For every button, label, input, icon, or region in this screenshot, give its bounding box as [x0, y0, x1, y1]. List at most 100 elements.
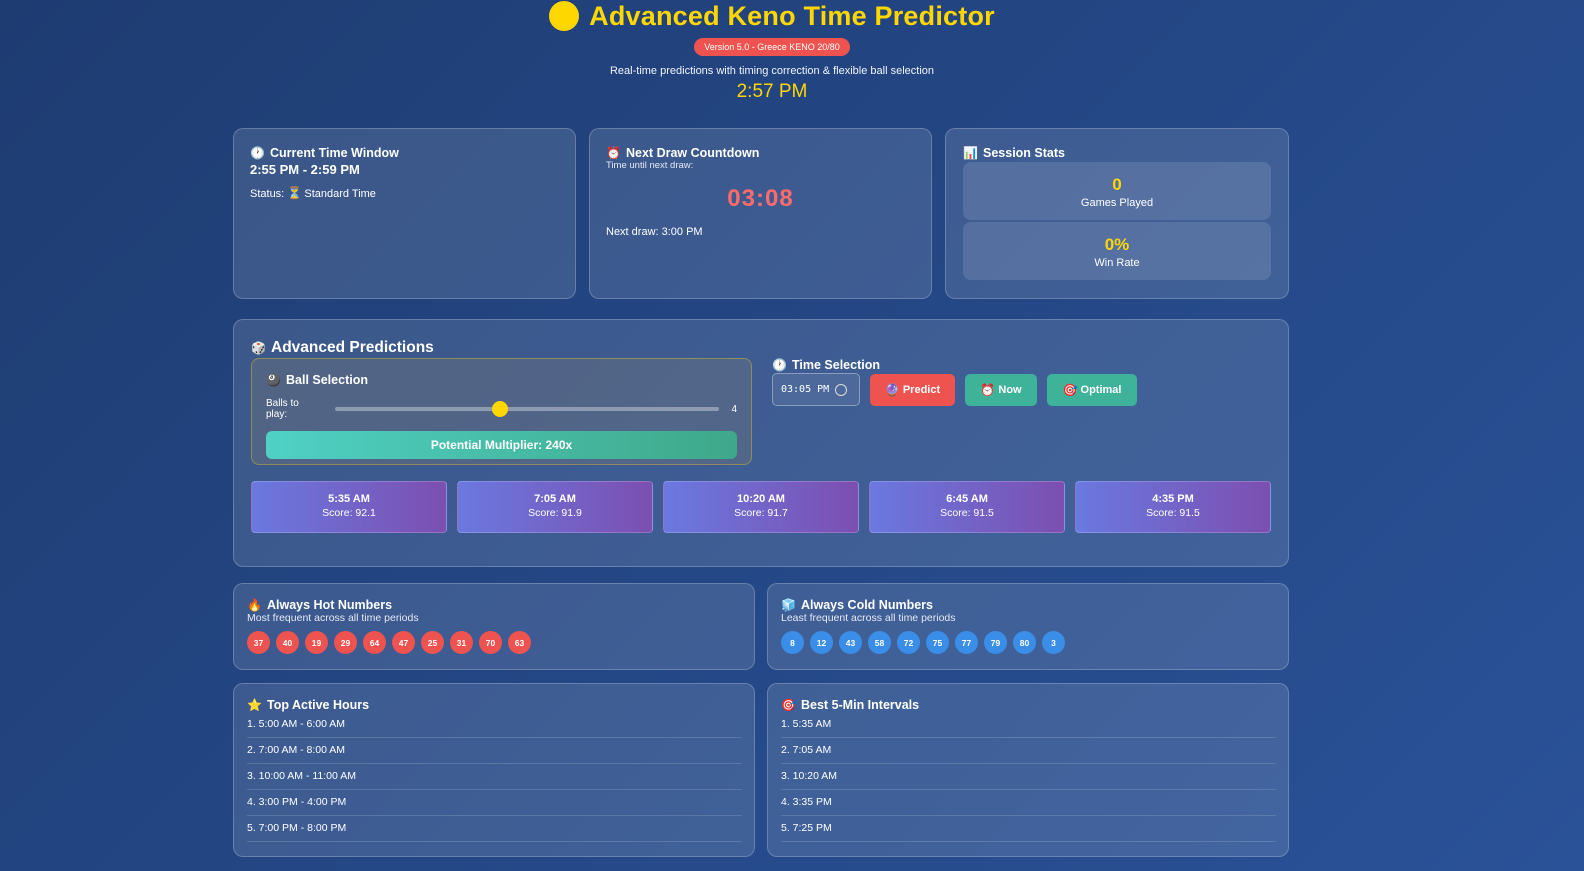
predict-label: Predict — [902, 383, 941, 396]
top-active-hours-card: ⭐ Top Active Hours 1. 5:00 AM - 6:00 AM … — [233, 683, 755, 857]
hours-title: Top Active Hours — [267, 698, 370, 712]
predictions-title: Advanced Predictions — [271, 339, 434, 356]
current-time-window-card: 🕐 Current Time Window 2:55 PM - 2:59 PM … — [233, 128, 576, 299]
predicted-time: 10:20 AM — [737, 493, 785, 505]
dice-icon: 🎲 — [251, 341, 266, 355]
now-label: Now — [998, 383, 1022, 396]
games-played-label: Games Played — [1080, 197, 1154, 209]
cold-number: 72 — [897, 631, 920, 654]
list-item: 3. 10:20 AM — [781, 764, 1276, 790]
stats-title: Session Stats — [983, 146, 1065, 160]
predict-button[interactable]: 🔮 Predict — [870, 373, 955, 406]
predictions-heading: 🎲 Advanced Predictions — [251, 339, 434, 357]
hot-number: 47 — [392, 631, 415, 654]
title-row: Advanced Keno Time Predictor — [0, 0, 1544, 32]
predicted-time-card[interactable]: 4:35 PM Score: 91.5 — [1075, 481, 1271, 533]
time-picker-icon[interactable] — [835, 383, 848, 396]
potential-multiplier: Potential Multiplier: 240x — [266, 431, 737, 459]
cold-number: 77 — [955, 631, 978, 654]
best-intervals-card: 🎯 Best 5-Min Intervals 1. 5:35 AM 2. 7:0… — [767, 683, 1289, 857]
hot-number: 40 — [276, 631, 299, 654]
time-input[interactable]: 03:05 PM — [772, 373, 860, 406]
predicted-time: 7:05 AM — [534, 493, 576, 505]
hot-caption: Most frequent across all time periods — [247, 612, 419, 624]
next-draw-countdown-card: ⏰ Next Draw Countdown Time until next dr… — [589, 128, 932, 299]
now-button[interactable]: ⏰ Now — [965, 373, 1037, 406]
hot-number: 64 — [363, 631, 386, 654]
hot-number: 25 — [421, 631, 444, 654]
games-played-value: 0 — [1112, 175, 1122, 194]
ball-selection-heading: 🎱 Ball Selection — [266, 373, 737, 387]
predicted-time-card[interactable]: 10:20 AM Score: 91.7 — [663, 481, 859, 533]
crystal-ball-icon: 🔮 — [884, 382, 900, 397]
cold-caption: Least frequent across all time periods — [781, 612, 956, 624]
list-item: 5. 7:00 PM - 8:00 PM — [247, 816, 742, 842]
countdown-value: 03:08 — [727, 185, 794, 212]
predicted-score: Score: 91.5 — [1146, 507, 1200, 519]
status-label: Status: — [250, 188, 285, 200]
time-selection-title: Time Selection — [792, 358, 880, 372]
time-input-value: 03:05 PM — [781, 384, 830, 395]
session-stats-card: 📊 Session Stats 0 Games Played 0% Win Ra… — [945, 128, 1289, 299]
target-icon: 🎯 — [781, 698, 796, 712]
cold-heading: 🧊 Always Cold Numbers — [781, 598, 1275, 612]
cold-number-list: 8 12 43 58 72 75 77 79 80 3 — [781, 631, 1275, 654]
time-selection-panel: 🕐 Time Selection 03:05 PM 🔮 Predict ⏰ No… — [772, 358, 1137, 406]
alarm-clock-icon: ⏰ — [980, 382, 996, 397]
version-badge: Version 5.0 - Greece KENO 20/80 — [694, 38, 850, 56]
hot-number-list: 37 40 19 29 64 47 25 31 70 63 — [247, 631, 741, 654]
hot-number: 63 — [508, 631, 531, 654]
optimal-button[interactable]: 🎯 Optimal — [1047, 373, 1137, 406]
time-window-title: Current Time Window — [270, 146, 399, 160]
intervals-title: Best 5-Min Intervals — [801, 698, 920, 712]
stats-heading: 📊 Session Stats — [963, 146, 1271, 160]
predicted-time: 6:45 AM — [946, 493, 988, 505]
current-clock: 2:57 PM — [736, 81, 808, 102]
predicted-times: 5:35 AM Score: 92.1 7:05 AM Score: 91.9 … — [251, 481, 1271, 533]
lemon-logo-icon — [549, 1, 580, 31]
countdown-title: Next Draw Countdown — [626, 146, 760, 160]
cold-number: 80 — [1013, 631, 1036, 654]
hot-number: 29 — [334, 631, 357, 654]
ice-cube-icon: 🧊 — [781, 598, 796, 612]
predicted-time: 5:35 AM — [328, 493, 370, 505]
list-item: 5. 7:25 PM — [781, 816, 1276, 842]
balls-slider-thumb[interactable] — [492, 401, 509, 417]
win-rate-value: 0% — [1104, 235, 1130, 254]
list-item: 2. 7:00 AM - 8:00 AM — [247, 738, 742, 764]
predicted-score: Score: 91.7 — [734, 507, 788, 519]
ball-selection-title: Ball Selection — [286, 373, 368, 387]
time-selection-heading: 🕐 Time Selection — [772, 358, 1137, 372]
predicted-time-card[interactable]: 6:45 AM Score: 91.5 — [869, 481, 1065, 533]
advanced-predictions-card: 🎲 Advanced Predictions 🎱 Ball Selection … — [233, 319, 1289, 567]
list-item: 3. 10:00 AM - 11:00 AM — [247, 764, 742, 790]
subtitle: Real-time predictions with timing correc… — [609, 65, 935, 77]
win-rate-box: 0% Win Rate — [963, 222, 1271, 280]
list-item: 4. 3:00 PM - 4:00 PM — [247, 790, 742, 816]
list-item: 4. 3:35 PM — [781, 790, 1276, 816]
predicted-time-card[interactable]: 5:35 AM Score: 92.1 — [251, 481, 447, 533]
hot-number: 19 — [305, 631, 328, 654]
cold-number: 58 — [868, 631, 891, 654]
time-controls-row: 03:05 PM 🔮 Predict ⏰ Now 🎯 Optimal — [772, 373, 1137, 406]
list-item: 1. 5:35 AM — [781, 712, 1276, 738]
hot-number: 70 — [479, 631, 502, 654]
cold-number: 75 — [926, 631, 949, 654]
hot-title: Always Hot Numbers — [267, 598, 393, 612]
bar-chart-icon: 📊 — [963, 146, 978, 160]
list-item: 2. 7:05 AM — [781, 738, 1276, 764]
cold-number: 43 — [839, 631, 862, 654]
predicted-time-card[interactable]: 7:05 AM Score: 91.9 — [457, 481, 653, 533]
status-value: Standard Time — [304, 188, 376, 200]
hot-heading: 🔥 Always Hot Numbers — [247, 598, 741, 612]
games-played-box: 0 Games Played — [963, 162, 1271, 220]
countdown-caption: Time until next draw: — [606, 160, 694, 171]
hot-number: 31 — [450, 631, 473, 654]
fire-icon: 🔥 — [247, 598, 262, 612]
balls-slider-row: Balls to play: 4 — [266, 398, 737, 420]
balls-slider[interactable] — [334, 401, 720, 417]
predicted-time: 4:35 PM — [1152, 493, 1194, 505]
predicted-score: Score: 91.9 — [528, 507, 582, 519]
cold-number: 12 — [810, 631, 833, 654]
countdown-heading: ⏰ Next Draw Countdown — [606, 146, 915, 160]
